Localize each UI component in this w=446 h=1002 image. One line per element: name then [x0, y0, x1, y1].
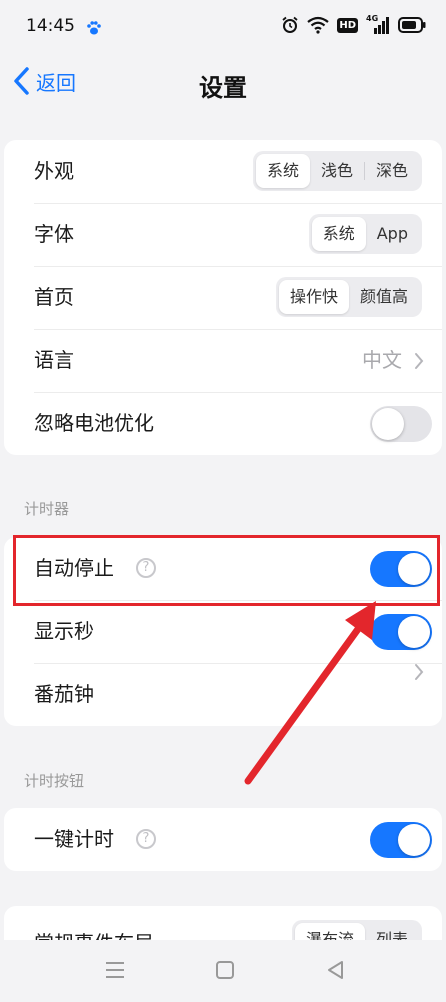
- common-event-layout-segmented-control: 瀑布流 列表: [291, 920, 422, 940]
- font-row: 字体 系统 App: [4, 203, 442, 266]
- home-label: 首页: [34, 285, 74, 309]
- chevron-right-icon: [414, 352, 424, 370]
- font-option-app[interactable]: App: [366, 217, 419, 251]
- home-row: 首页 操作快 颜值高: [4, 266, 442, 329]
- ignore-battery-toggle[interactable]: [370, 406, 432, 442]
- common-event-layout-label: 常规事件布局: [34, 912, 154, 940]
- layout-option-list[interactable]: 列表: [365, 923, 419, 940]
- chevron-right-icon: [414, 663, 424, 681]
- ignore-battery-label: 忽略电池优化: [34, 411, 154, 435]
- home-option-fast[interactable]: 操作快: [278, 280, 349, 314]
- wifi-icon: [307, 16, 330, 34]
- common-event-layout-row: 常规事件布局 瀑布流 列表: [4, 906, 442, 940]
- font-segmented-control: 系统 App: [308, 214, 422, 254]
- appearance-row: 外观 系统 浅色 深色: [4, 140, 442, 203]
- general-settings-card: 外观 系统 浅色 深色 字体 系统 App 首页 操作快 颜值高 语言 中文 忽…: [4, 140, 442, 455]
- appearance-label: 外观: [34, 159, 74, 183]
- signal-4g-icon: 4G: [366, 14, 390, 34]
- timer-section-header: 计时器: [24, 500, 70, 518]
- toggle-knob: [398, 616, 430, 648]
- toggle-knob: [398, 824, 430, 856]
- appearance-option-light[interactable]: 浅色: [310, 154, 364, 188]
- home-segmented-control: 操作快 颜值高: [275, 277, 422, 317]
- show-seconds-row: 显示秒: [4, 600, 442, 663]
- one-tap-label: 一键计时: [34, 827, 114, 851]
- pomodoro-row[interactable]: 番茄钟: [4, 663, 442, 726]
- appearance-option-system[interactable]: 系统: [255, 154, 310, 188]
- show-seconds-label: 显示秒: [34, 619, 94, 643]
- layout-option-waterfall[interactable]: 瀑布流: [294, 923, 365, 940]
- nav-bar: 返回 设置: [0, 54, 446, 118]
- timer-button-card: 一键计时 ?: [4, 808, 442, 871]
- pomodoro-label: 番茄钟: [34, 682, 94, 706]
- appearance-segmented-control: 系统 浅色 深色: [252, 151, 422, 191]
- toggle-knob: [372, 408, 404, 440]
- ignore-battery-row: 忽略电池优化: [4, 392, 442, 455]
- annotation-highlight-box: [13, 535, 440, 606]
- timer-button-section-header: 计时按钮: [24, 772, 85, 790]
- back-icon[interactable]: [326, 960, 344, 980]
- home-option-pretty[interactable]: 颜值高: [349, 280, 419, 314]
- font-label: 字体: [34, 222, 74, 246]
- system-nav-bar: [0, 940, 446, 1002]
- language-value: 中文: [362, 348, 402, 372]
- paw-icon: [87, 21, 101, 35]
- hd-icon: HD: [337, 17, 358, 33]
- menu-icon[interactable]: [104, 960, 126, 980]
- font-option-system[interactable]: 系统: [311, 217, 366, 251]
- page-title: 设置: [199, 74, 247, 102]
- status-bar: 14:45 HD 4G: [0, 0, 446, 54]
- show-seconds-toggle[interactable]: [370, 614, 432, 650]
- layout-settings-card: 常规事件布局 瀑布流 列表: [4, 906, 442, 940]
- one-tap-toggle[interactable]: [370, 822, 432, 858]
- home-icon[interactable]: [215, 960, 235, 980]
- status-time: 14:45: [26, 16, 75, 36]
- language-label: 语言: [34, 348, 74, 372]
- help-icon[interactable]: ?: [136, 829, 156, 849]
- appearance-option-dark[interactable]: 深色: [365, 154, 419, 188]
- one-tap-row: 一键计时 ?: [4, 808, 442, 871]
- alarm-icon: [282, 16, 298, 33]
- battery-icon: [398, 17, 426, 33]
- language-row[interactable]: 语言 中文: [4, 329, 442, 392]
